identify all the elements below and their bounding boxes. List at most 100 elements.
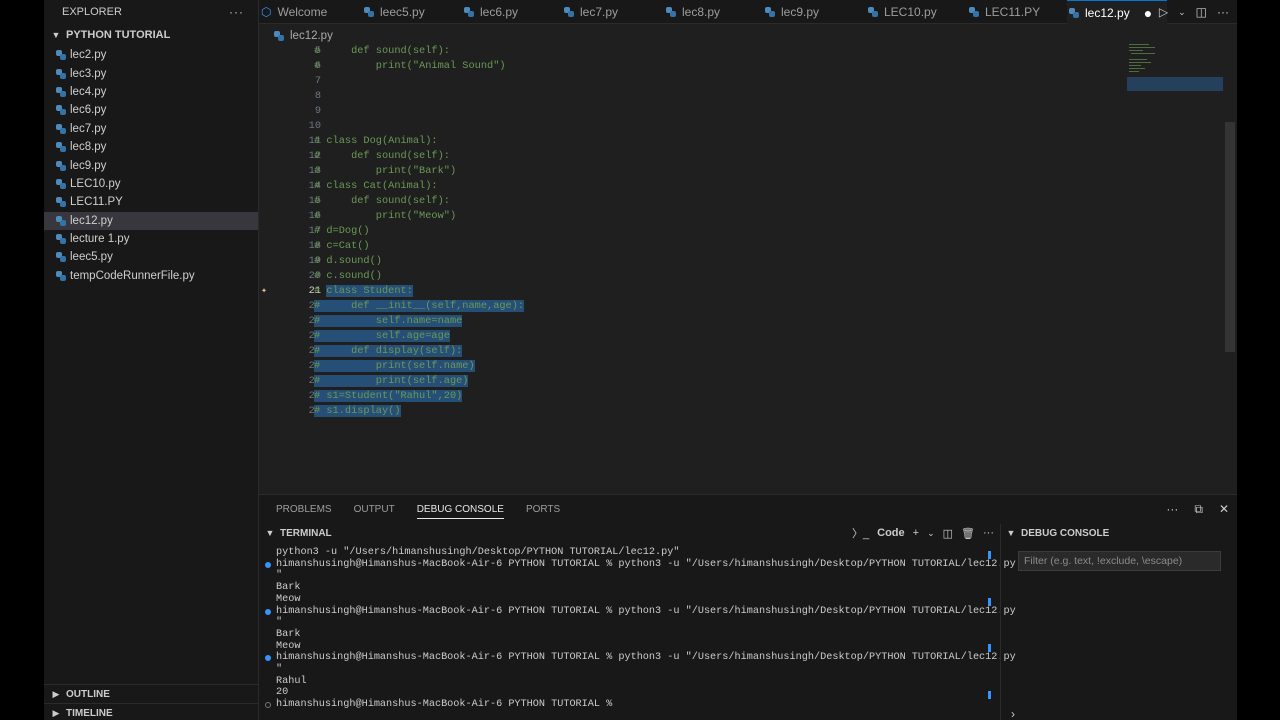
maximize-panel-icon[interactable]: ⧉	[1194, 502, 1203, 517]
command-decoration-icon[interactable]	[265, 655, 271, 662]
debug-filter-input[interactable]: Filter (e.g. text, !exclude, \escape)	[1018, 551, 1221, 571]
python-file-icon	[56, 68, 66, 79]
chevron-down-icon: ▼	[1006, 528, 1016, 538]
folder-label: PYTHON TUTORIAL	[66, 29, 171, 41]
split-editor-icon[interactable]: ◫	[1196, 5, 1207, 19]
code-line[interactable]: 12 # def sound(self):	[259, 149, 1159, 164]
code-line[interactable]: 6 # print("Animal Sound")	[259, 59, 1159, 74]
line-number: 8	[314, 90, 321, 102]
more-actions-icon[interactable]: ···	[1217, 5, 1229, 19]
tab-welcome[interactable]: ⬡ Welcome	[259, 0, 362, 24]
code-line[interactable]: 17 # d=Dog()	[259, 224, 1159, 239]
command-decoration-icon[interactable]	[265, 561, 271, 568]
terminal-header[interactable]: ▼ TERMINAL 〉_ Code + ⌄ ◫ 🗑 ···	[259, 524, 1000, 542]
panel-tab-output[interactable]: OUTPUT	[354, 504, 395, 515]
code-line[interactable]: 29# s1.display()	[259, 404, 1159, 419]
code-line[interactable]: 20 # c.sound()	[259, 269, 1159, 284]
code-editor[interactable]: 5 # def sound(self): 6 # print("Animal Soun…	[259, 44, 1237, 492]
code-line[interactable]: 19 # d.sound()	[259, 254, 1159, 269]
add-terminal-icon[interactable]: +	[913, 527, 919, 539]
file-item[interactable]: lecture 1.py	[44, 230, 258, 248]
tab-lec7-py[interactable]: lec7.py	[562, 0, 664, 24]
split-terminal-icon[interactable]: ◫	[943, 527, 953, 540]
terminal-output[interactable]: python3 -u "/Users/himanshusingh/Desktop…	[259, 545, 1016, 720]
code-line[interactable]: 8	[259, 89, 1159, 104]
code-line[interactable]: 27# print(self.age)	[259, 374, 1159, 389]
code-selection: class Student:	[326, 285, 413, 297]
code-plain: # print("Animal Sound")	[314, 60, 506, 72]
code-line[interactable]: 23# self.name=name	[259, 314, 1159, 329]
trash-icon[interactable]: 🗑	[961, 527, 975, 540]
file-item[interactable]: lec8.py	[44, 138, 258, 156]
code-text: # self.age=age	[314, 329, 450, 344]
file-item[interactable]: lec3.py	[44, 64, 258, 82]
line-number: 18	[308, 240, 321, 252]
chevron-down-icon[interactable]: ⌄	[927, 528, 935, 539]
file-item[interactable]: lec6.py	[44, 101, 258, 119]
file-item[interactable]: lec12.py	[44, 211, 258, 230]
code-line[interactable]: 14 # class Cat(Animal):	[259, 179, 1159, 194]
file-item[interactable]: leec5.py	[44, 248, 258, 266]
tab-lec6-py[interactable]: lec6.py	[462, 0, 562, 24]
code-line[interactable]: 13 # print("Bark")	[259, 164, 1159, 179]
panel-actions: ··· ⧉ ✕	[1166, 495, 1229, 523]
run-icon[interactable]: ▷	[1159, 5, 1168, 19]
code-line[interactable]: 28# s1=Student("Rahul",20)	[259, 389, 1159, 404]
unsaved-dot-icon[interactable]: ●	[1144, 5, 1152, 21]
explorer-title: EXPLORER	[62, 6, 122, 18]
command-decoration-icon[interactable]	[265, 702, 271, 709]
code-line[interactable]: 7	[259, 74, 1159, 89]
timeline-section[interactable]: ▶ TIMELINE	[44, 703, 259, 720]
code-plain: # print("Bark")	[314, 165, 457, 177]
file-item[interactable]: lec4.py	[44, 83, 258, 101]
file-label: lec4.py	[70, 85, 107, 98]
tab-leec5-py[interactable]: leec5.py	[362, 0, 462, 24]
python-file-icon	[969, 7, 979, 17]
code-line[interactable]: 16 # print("Meow")	[259, 209, 1159, 224]
bottom-panel: PROBLEMS OUTPUT DEBUG CONSOLE PORTS ··· ⧉ ✕…	[259, 494, 1237, 720]
code-line[interactable]: 9	[259, 104, 1159, 119]
folder-python-tutorial[interactable]: ▼ PYTHON TUTORIAL	[44, 24, 258, 46]
code-line[interactable]: 10	[259, 119, 1159, 134]
close-icon[interactable]: ✕	[1219, 502, 1229, 516]
tab-lec12-py[interactable]: lec12.py ●	[1067, 0, 1167, 24]
panel-tab-ports[interactable]: PORTS	[526, 504, 560, 515]
file-item[interactable]: lec2.py	[44, 46, 258, 64]
more-actions-icon[interactable]: ···	[1166, 502, 1178, 516]
file-item[interactable]: lec9.py	[44, 156, 258, 174]
breadcrumb[interactable]: lec12.py	[259, 26, 333, 46]
code-line[interactable]: 18 # c=Cat()	[259, 239, 1159, 254]
terminal-profile-label[interactable]: Code	[877, 527, 905, 539]
debug-console-header[interactable]: ▼ DEBUG CONSOLE	[1001, 524, 1237, 542]
command-decoration-icon[interactable]	[265, 608, 271, 615]
python-file-icon	[56, 270, 66, 281]
file-item[interactable]: tempCodeRunnerFile.py	[44, 267, 258, 285]
tab-lec8-py[interactable]: lec8.py	[664, 0, 763, 24]
file-item[interactable]: LEC10.py	[44, 175, 258, 193]
editor-scrollbar[interactable]	[1225, 122, 1235, 352]
file-item[interactable]: LEC11.PY	[44, 193, 258, 211]
editor-actions: ▷ ⌄ ◫ ···	[1159, 0, 1237, 24]
panel-tab-problems[interactable]: PROBLEMS	[276, 504, 332, 515]
code-line[interactable]: 22# def __init__(self,name,age):	[259, 299, 1159, 314]
lightbulb-icon[interactable]: ✦	[261, 284, 267, 299]
file-item[interactable]: lec7.py	[44, 120, 258, 138]
chevron-down-icon[interactable]: ⌄	[1178, 7, 1186, 18]
tab-lec10-py[interactable]: LEC10.py	[866, 0, 967, 24]
chevron-right-icon[interactable]: ›	[1011, 707, 1015, 720]
tab-lec9-py[interactable]: lec9.py	[763, 0, 866, 24]
code-line[interactable]: 5 # def sound(self):	[259, 44, 1159, 59]
code-line[interactable]: 11 # class Dog(Animal):	[259, 134, 1159, 149]
more-actions-icon[interactable]: ···	[983, 527, 994, 539]
tab-lec11-py[interactable]: LEC11.PY	[967, 0, 1067, 24]
panel-tab-debug-console[interactable]: DEBUG CONSOLE	[416, 500, 504, 519]
python-file-icon	[274, 31, 284, 41]
code-line[interactable]: 21 ✦ # class Student:	[259, 284, 1159, 299]
code-line[interactable]: 15 # def sound(self):	[259, 194, 1159, 209]
code-selection: # print(self.name)	[314, 360, 475, 372]
code-line[interactable]: 24# self.age=age	[259, 329, 1159, 344]
outline-section[interactable]: ▶ OUTLINE	[44, 684, 259, 703]
code-line[interactable]: 25# def display(self):	[259, 344, 1159, 359]
code-line[interactable]: 26# print(self.name)	[259, 359, 1159, 374]
more-actions-icon[interactable]: ···	[229, 5, 244, 19]
